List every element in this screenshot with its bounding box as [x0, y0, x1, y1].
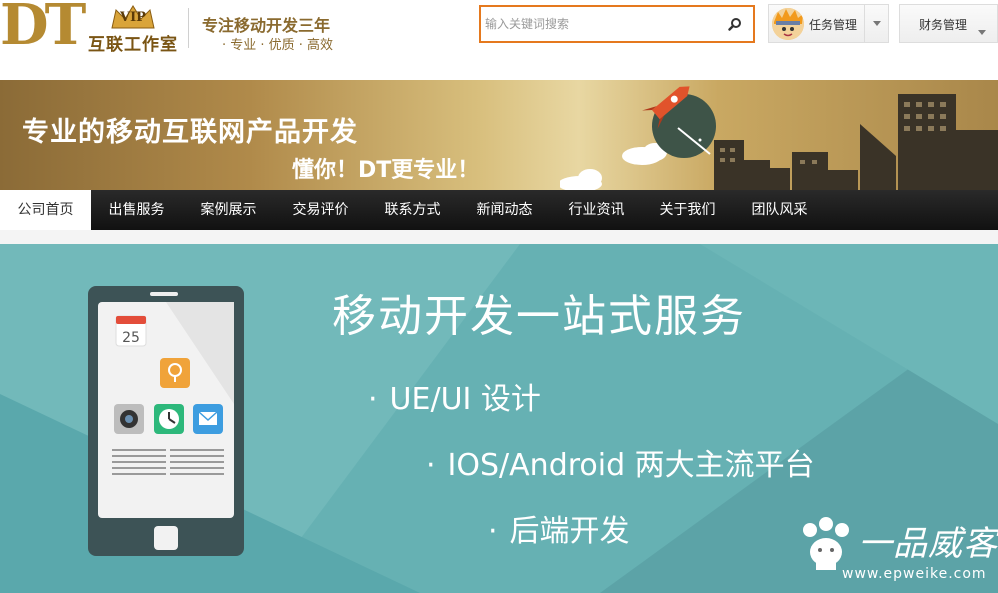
- feature-label: 后端开发: [509, 514, 630, 549]
- banner-subtitle: 懂你！DT更专业！: [292, 158, 480, 183]
- city-rocket-illustration: [560, 86, 998, 190]
- caret-down-icon: [978, 20, 986, 39]
- feature-item: · 后端开发: [488, 506, 630, 550]
- search-box: [479, 5, 755, 43]
- paw-logo-icon: [803, 517, 849, 570]
- task-management-menu[interactable]: 任务管理: [768, 4, 889, 43]
- user-avatar[interactable]: [772, 8, 804, 40]
- search-button[interactable]: [723, 13, 747, 35]
- hero-title: 移动开发一站式服务: [332, 291, 746, 342]
- calendar-day: 25: [122, 330, 140, 346]
- bullet: ·: [368, 382, 378, 417]
- logo-letters: DT: [0, 0, 86, 58]
- feature-item: · UE/UI 设计: [368, 374, 541, 418]
- feature-item: · IOS/Android 两大主流平台: [426, 440, 815, 484]
- site-header: DT VIP 互联工作室 专注移动开发三年 · 专业 · 优质 · 高效 输入关…: [0, 0, 998, 80]
- promo-banner: 专业的移动互联网产品开发 懂你！DT更专业！: [0, 80, 998, 190]
- smartphone-illustration: 25: [88, 286, 244, 556]
- logo-studio-name: 互联工作室: [88, 35, 178, 55]
- vip-crown-icon: VIP: [108, 4, 158, 30]
- caret-down-icon: [864, 5, 888, 42]
- task-menu-label: 任务管理: [809, 18, 858, 32]
- nav-item-about[interactable]: 关于我们: [642, 190, 733, 230]
- main-nav: 公司首页 出售服务 案例展示 交易评价 联系方式 新闻动态 行业资讯 关于我们 …: [0, 190, 998, 230]
- nav-item-team[interactable]: 团队风采: [734, 190, 825, 230]
- nav-item-reviews[interactable]: 交易评价: [275, 190, 366, 230]
- nav-item-cases[interactable]: 案例展示: [183, 190, 274, 230]
- watermark-brand: 一品威客: [858, 524, 998, 564]
- search-icon: [728, 18, 741, 31]
- feature-label: IOS/Android 两大主流平台: [447, 448, 815, 483]
- finance-management-menu[interactable]: 财务管理: [899, 4, 998, 43]
- banner-title: 专业的移动互联网产品开发: [22, 117, 358, 148]
- slogan-sub: · 专业 · 优质 · 高效: [222, 38, 334, 53]
- watermark-url: www.epweike.com: [842, 566, 987, 582]
- nav-item-services[interactable]: 出售服务: [91, 190, 182, 230]
- nav-divider: [0, 230, 998, 244]
- vip-badge-text: VIP: [120, 10, 146, 25]
- header-divider: [188, 8, 189, 48]
- finance-menu-label: 财务管理: [919, 18, 968, 32]
- nav-item-contact[interactable]: 联系方式: [367, 190, 458, 230]
- bullet: ·: [426, 448, 436, 483]
- epweike-watermark: 一品威客 www.epweike.com: [798, 516, 998, 586]
- slogan-main: 专注移动开发三年: [202, 16, 331, 35]
- site-logo[interactable]: DT VIP 互联工作室: [0, 0, 190, 60]
- nav-item-home[interactable]: 公司首页: [0, 190, 91, 230]
- nav-item-news[interactable]: 新闻动态: [459, 190, 550, 230]
- feature-label: UE/UI 设计: [389, 382, 541, 417]
- search-input[interactable]: [485, 14, 715, 34]
- nav-item-industry[interactable]: 行业资讯: [551, 190, 642, 230]
- bullet: ·: [488, 514, 498, 549]
